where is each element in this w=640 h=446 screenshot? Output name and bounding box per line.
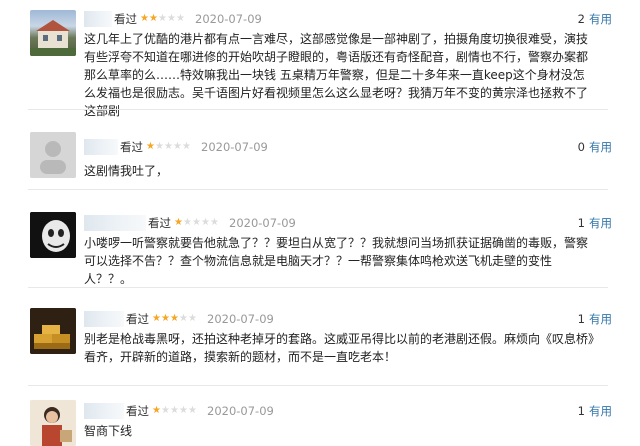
avatar[interactable]	[30, 212, 76, 258]
star-icon: ★	[146, 141, 155, 152]
helpful-button[interactable]: 有用	[589, 11, 612, 27]
helpful-count: 1	[577, 312, 585, 326]
username-redacted[interactable]	[84, 215, 146, 231]
username-redacted[interactable]	[84, 403, 124, 419]
star-icon: ★	[158, 13, 167, 24]
username-redacted[interactable]	[84, 139, 118, 155]
helpful-vote: 0 有用	[578, 138, 612, 156]
star-icon: ★	[183, 217, 192, 228]
avatar-placeholder-image	[30, 132, 76, 178]
helpful-vote: 1 有用	[578, 214, 612, 232]
review-item: 看过 ★ ★ ★ ★ ★ 2020-07-09 2 有用 这几年上了优酷的港片都有点一言…	[0, 0, 640, 118]
review-date: 2020-07-09	[195, 12, 262, 26]
review-meta: 看过 ★ ★ ★ ★ ★ 2020-07-09	[84, 310, 274, 328]
watch-status: 看过	[120, 140, 143, 154]
helpful-vote: 1 有用	[578, 402, 612, 420]
star-icon: ★	[182, 141, 191, 152]
star-icon: ★	[152, 405, 161, 416]
review-text: 小喽啰一听警察就要告他就急了？？要坦白从宽了？？我就想问当场抓获证据确凿的毒贩，…	[84, 236, 589, 286]
star-icon: ★	[188, 313, 197, 324]
review-item: 看过 ★ ★ ★ ★ ★ 2020-07-09 1 有用 别老是枪战毒黑呀，还拍这种老掉…	[0, 288, 640, 386]
review-date: 2020-07-09	[207, 404, 274, 418]
star-icon: ★	[174, 217, 183, 228]
review-date: 2020-07-09	[207, 312, 274, 326]
avatar-face-image	[30, 212, 76, 258]
helpful-button[interactable]: 有用	[589, 311, 612, 327]
watch-status: 看过	[148, 216, 171, 230]
helpful-button[interactable]: 有用	[589, 139, 612, 155]
avatar[interactable]	[30, 308, 76, 354]
watch-status: 看过	[114, 12, 137, 26]
rating-stars: ★ ★ ★ ★ ★	[140, 14, 185, 24]
helpful-button[interactable]: 有用	[589, 403, 612, 419]
star-icon: ★	[152, 313, 161, 324]
star-icon: ★	[161, 405, 170, 416]
helpful-count: 2	[577, 12, 585, 26]
star-icon: ★	[161, 313, 170, 324]
star-icon: ★	[179, 313, 188, 324]
star-icon: ★	[170, 405, 179, 416]
star-icon: ★	[173, 141, 182, 152]
helpful-count: 1	[577, 404, 585, 418]
review-text: 智商下线	[84, 424, 133, 438]
helpful-button[interactable]: 有用	[589, 215, 612, 231]
avatar-person-image	[30, 400, 76, 446]
review-meta: 看过 ★ ★ ★ ★ ★ 2020-07-09	[84, 138, 268, 156]
watch-status: 看过	[126, 312, 149, 326]
star-icon: ★	[188, 405, 197, 416]
review-item: 看过 ★ ★ ★ ★ ★ 2020-07-09 1 有用 小喽啰一听警察就要告他就急了？…	[0, 190, 640, 288]
review-date: 2020-07-09	[229, 216, 296, 230]
star-icon: ★	[155, 141, 164, 152]
review-item: 看过 ★ ★ ★ ★ ★ 2020-07-09 1 有用 智商下线	[0, 386, 640, 446]
review-list: 看过 ★ ★ ★ ★ ★ 2020-07-09 2 有用 这几年上了优酷的港片都有点一言…	[0, 0, 640, 446]
star-icon: ★	[179, 405, 188, 416]
rating-stars: ★ ★ ★ ★ ★	[152, 314, 197, 324]
review-text: 别老是枪战毒黑呀，还拍这种老掉牙的套路。这威亚吊得比以前的老港剧还假。麻烦向《叹…	[84, 332, 595, 364]
rating-stars: ★ ★ ★ ★ ★	[152, 406, 197, 416]
avatar-house-image	[30, 20, 76, 56]
review-item: 看过 ★ ★ ★ ★ ★ 2020-07-09 0 有用 这剧情我吐了，	[0, 110, 640, 190]
star-icon: ★	[167, 13, 176, 24]
star-icon: ★	[210, 217, 219, 228]
review-text: 这几年上了优酷的港片都有点一言难尽，这部感觉像是一部神剧了，拍摄角度切换很难受，…	[84, 32, 589, 118]
star-icon: ★	[170, 313, 179, 324]
star-icon: ★	[140, 13, 149, 24]
review-text: 这剧情我吐了，	[84, 164, 169, 178]
rating-stars: ★ ★ ★ ★ ★	[174, 218, 219, 228]
username-redacted[interactable]	[84, 11, 112, 27]
username-redacted[interactable]	[84, 311, 124, 327]
star-icon: ★	[149, 13, 158, 24]
review-meta: 看过 ★ ★ ★ ★ ★ 2020-07-09	[84, 10, 262, 28]
review-date: 2020-07-09	[201, 140, 268, 154]
review-meta: 看过 ★ ★ ★ ★ ★ 2020-07-09	[84, 402, 274, 420]
avatar[interactable]	[30, 400, 76, 446]
helpful-vote: 2 有用	[578, 10, 612, 28]
avatar[interactable]	[30, 10, 76, 56]
watch-status: 看过	[126, 404, 149, 418]
star-icon: ★	[176, 13, 185, 24]
star-icon: ★	[201, 217, 210, 228]
helpful-vote: 1 有用	[578, 310, 612, 328]
star-icon: ★	[192, 217, 201, 228]
helpful-count: 1	[577, 216, 585, 230]
review-meta: 看过 ★ ★ ★ ★ ★ 2020-07-09	[84, 214, 296, 232]
avatar-goldbars-image	[30, 308, 76, 354]
helpful-count: 0	[577, 140, 585, 154]
avatar[interactable]	[30, 132, 76, 178]
star-icon: ★	[164, 141, 173, 152]
rating-stars: ★ ★ ★ ★ ★	[146, 142, 191, 152]
